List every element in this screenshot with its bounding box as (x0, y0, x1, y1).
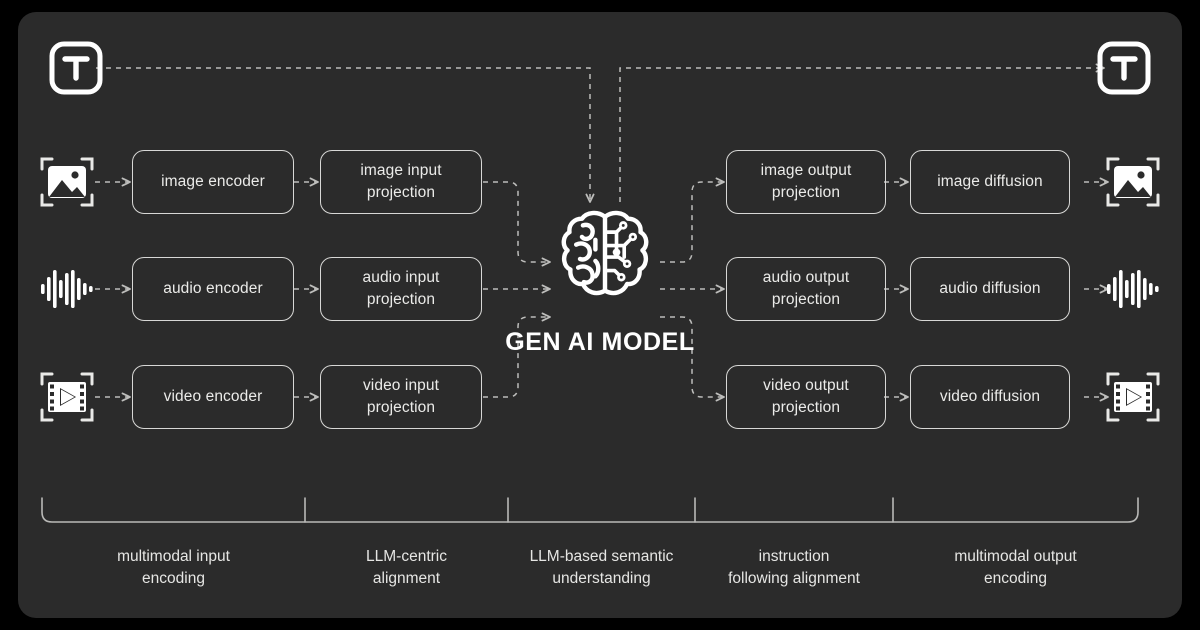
node-label: audio input projection (362, 269, 440, 308)
text-icon (49, 41, 103, 95)
node-video-encoder[interactable]: video encoder (132, 365, 294, 429)
video-icon (1106, 372, 1160, 422)
text-input-icon[interactable] (48, 40, 104, 96)
node-label: image diffusion (937, 173, 1043, 190)
image-icon (40, 157, 94, 207)
node-label: video output projection (763, 377, 849, 416)
brain-icon (561, 210, 649, 296)
node-image-diffusion[interactable]: image diffusion (910, 150, 1070, 214)
node-label: image encoder (161, 173, 265, 190)
figure-root: image encoder audio encoder video encode… (0, 0, 1200, 630)
node-audio-encoder[interactable]: audio encoder (132, 257, 294, 321)
stage-label-multimodal-input-encoding: multimodal input encoding (117, 548, 230, 587)
node-label: image input projection (360, 162, 442, 201)
text-output-icon[interactable] (1096, 40, 1152, 96)
stage-label-llm-centric-alignment: LLM-centric alignment (366, 548, 447, 587)
stage-label-llm-based-semantic-understanding: LLM-based semantic understanding (529, 548, 674, 587)
image-input-icon[interactable] (39, 154, 95, 210)
node-label: audio diffusion (939, 280, 1041, 297)
node-label: audio encoder (163, 280, 263, 297)
video-icon (40, 372, 94, 422)
node-image-output-projection[interactable]: image output projection (726, 150, 886, 214)
stage-label-instruction-following-alignment: instruction following alignment (728, 548, 860, 587)
node-audio-diffusion[interactable]: audio diffusion (910, 257, 1070, 321)
node-video-diffusion[interactable]: video diffusion (910, 365, 1070, 429)
node-label: video encoder (163, 388, 263, 405)
image-output-icon[interactable] (1105, 154, 1161, 210)
node-label: audio output projection (762, 269, 850, 308)
node-image-encoder[interactable]: image encoder (132, 150, 294, 214)
node-label: image output projection (760, 162, 852, 201)
node-audio-output-projection[interactable]: audio output projection (726, 257, 886, 321)
node-video-input-projection[interactable]: video input projection (320, 365, 482, 429)
audio-output-icon[interactable] (1105, 261, 1161, 317)
gen-ai-model-title: GEN AI MODEL (505, 328, 695, 356)
node-audio-input-projection[interactable]: audio input projection (320, 257, 482, 321)
node-label: video input projection (362, 377, 440, 416)
node-video-output-projection[interactable]: video output projection (726, 365, 886, 429)
video-input-icon[interactable] (39, 369, 95, 425)
audio-icon (1107, 270, 1159, 308)
image-icon (1106, 157, 1160, 207)
stage-bracket (41, 497, 1139, 523)
node-label: video diffusion (939, 388, 1041, 405)
gen-ai-brain-icon[interactable] (557, 207, 653, 311)
connector-image-proj-brain (483, 181, 551, 267)
node-image-input-projection[interactable]: image input projection (320, 150, 482, 214)
diagram-panel: image encoder audio encoder video encode… (18, 12, 1182, 618)
audio-input-icon[interactable] (39, 261, 95, 317)
audio-icon (41, 270, 93, 308)
connector-brain-image-out (660, 177, 725, 263)
video-output-icon[interactable] (1105, 369, 1161, 425)
text-icon (1097, 41, 1151, 95)
stage-label-multimodal-output-encoding: multimodal output encoding (954, 548, 1077, 587)
